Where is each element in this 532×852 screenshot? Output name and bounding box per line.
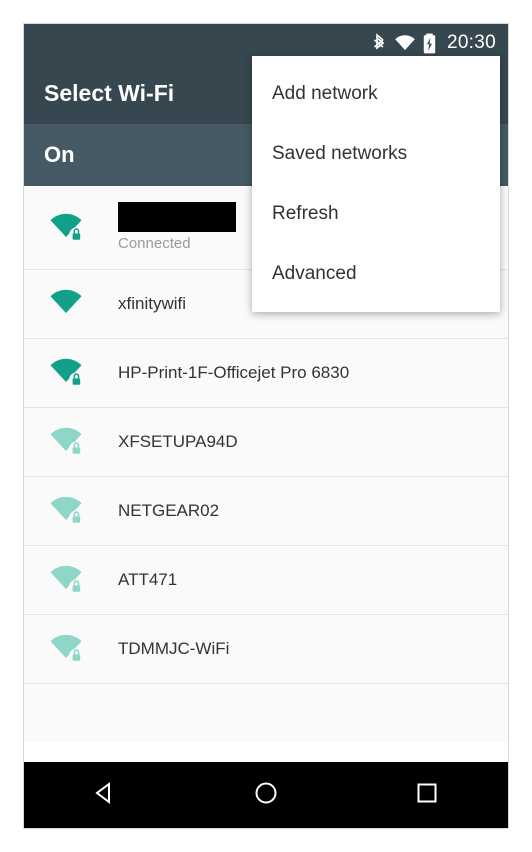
- ssid-label: ATT471: [118, 570, 178, 589]
- list-item[interactable]: TDMMJC-WiFi: [24, 615, 508, 684]
- wifi-signal-icon: [48, 427, 94, 457]
- ssid-redacted-bar: [118, 201, 236, 232]
- home-button[interactable]: [231, 762, 301, 828]
- menu-item-saved-networks[interactable]: Saved networks: [252, 124, 500, 184]
- network-info: Connected: [94, 201, 236, 254]
- wifi-icon: [394, 34, 416, 52]
- wifi-signal-icon: [48, 496, 94, 526]
- overflow-menu: Add network Saved networks Refresh Advan…: [252, 56, 500, 312]
- ssid-label: XFSETUPA94D: [118, 432, 238, 451]
- page-title: Select Wi-Fi: [44, 79, 175, 106]
- ssid-label: NETGEAR02: [118, 501, 220, 520]
- status-clock: 20:30: [446, 32, 496, 53]
- menu-item-refresh[interactable]: Refresh: [252, 184, 500, 244]
- list-empty-area: [24, 684, 508, 742]
- network-info: xfinitywifi: [94, 293, 186, 315]
- recents-button[interactable]: [392, 762, 462, 828]
- back-button[interactable]: [70, 762, 140, 828]
- back-triangle-icon: [92, 780, 118, 811]
- recents-square-icon: [414, 780, 440, 811]
- list-item[interactable]: ATT471: [24, 546, 508, 615]
- list-item[interactable]: XFSETUPA94D: [24, 408, 508, 477]
- status-icon-group: 20:30: [373, 32, 496, 54]
- battery-charging-icon: [423, 33, 436, 54]
- ssid-label: HP-Print-1F-Officejet Pro 6830: [118, 363, 350, 382]
- list-item[interactable]: HP-Print-1F-Officejet Pro 6830: [24, 339, 508, 408]
- bluetooth-icon: [373, 33, 387, 53]
- connection-status: Connected: [118, 234, 191, 252]
- list-item[interactable]: NETGEAR02: [24, 477, 508, 546]
- network-info: XFSETUPA94D: [94, 431, 238, 453]
- network-info: TDMMJC-WiFi: [94, 638, 229, 660]
- network-info: HP-Print-1F-Officejet Pro 6830: [94, 362, 349, 384]
- wifi-signal-icon: [48, 565, 94, 595]
- network-info: ATT471: [94, 569, 177, 591]
- wifi-signal-icon: [48, 289, 94, 319]
- ssid-label: TDMMJC-WiFi: [118, 639, 230, 658]
- menu-item-add-network[interactable]: Add network: [252, 64, 500, 124]
- ssid-label: xfinitywifi: [118, 294, 187, 313]
- phone-screen: 20:30 Select Wi-Fi On Connected xfinityw…: [24, 24, 508, 828]
- navigation-bar: [24, 762, 508, 828]
- home-circle-icon: [253, 780, 279, 811]
- wifi-signal-icon: [48, 213, 94, 243]
- wifi-signal-icon: [48, 358, 94, 388]
- wifi-toggle-label: On: [44, 142, 75, 167]
- network-info: NETGEAR02: [94, 500, 219, 522]
- menu-item-advanced[interactable]: Advanced: [252, 244, 500, 304]
- wifi-signal-icon: [48, 634, 94, 664]
